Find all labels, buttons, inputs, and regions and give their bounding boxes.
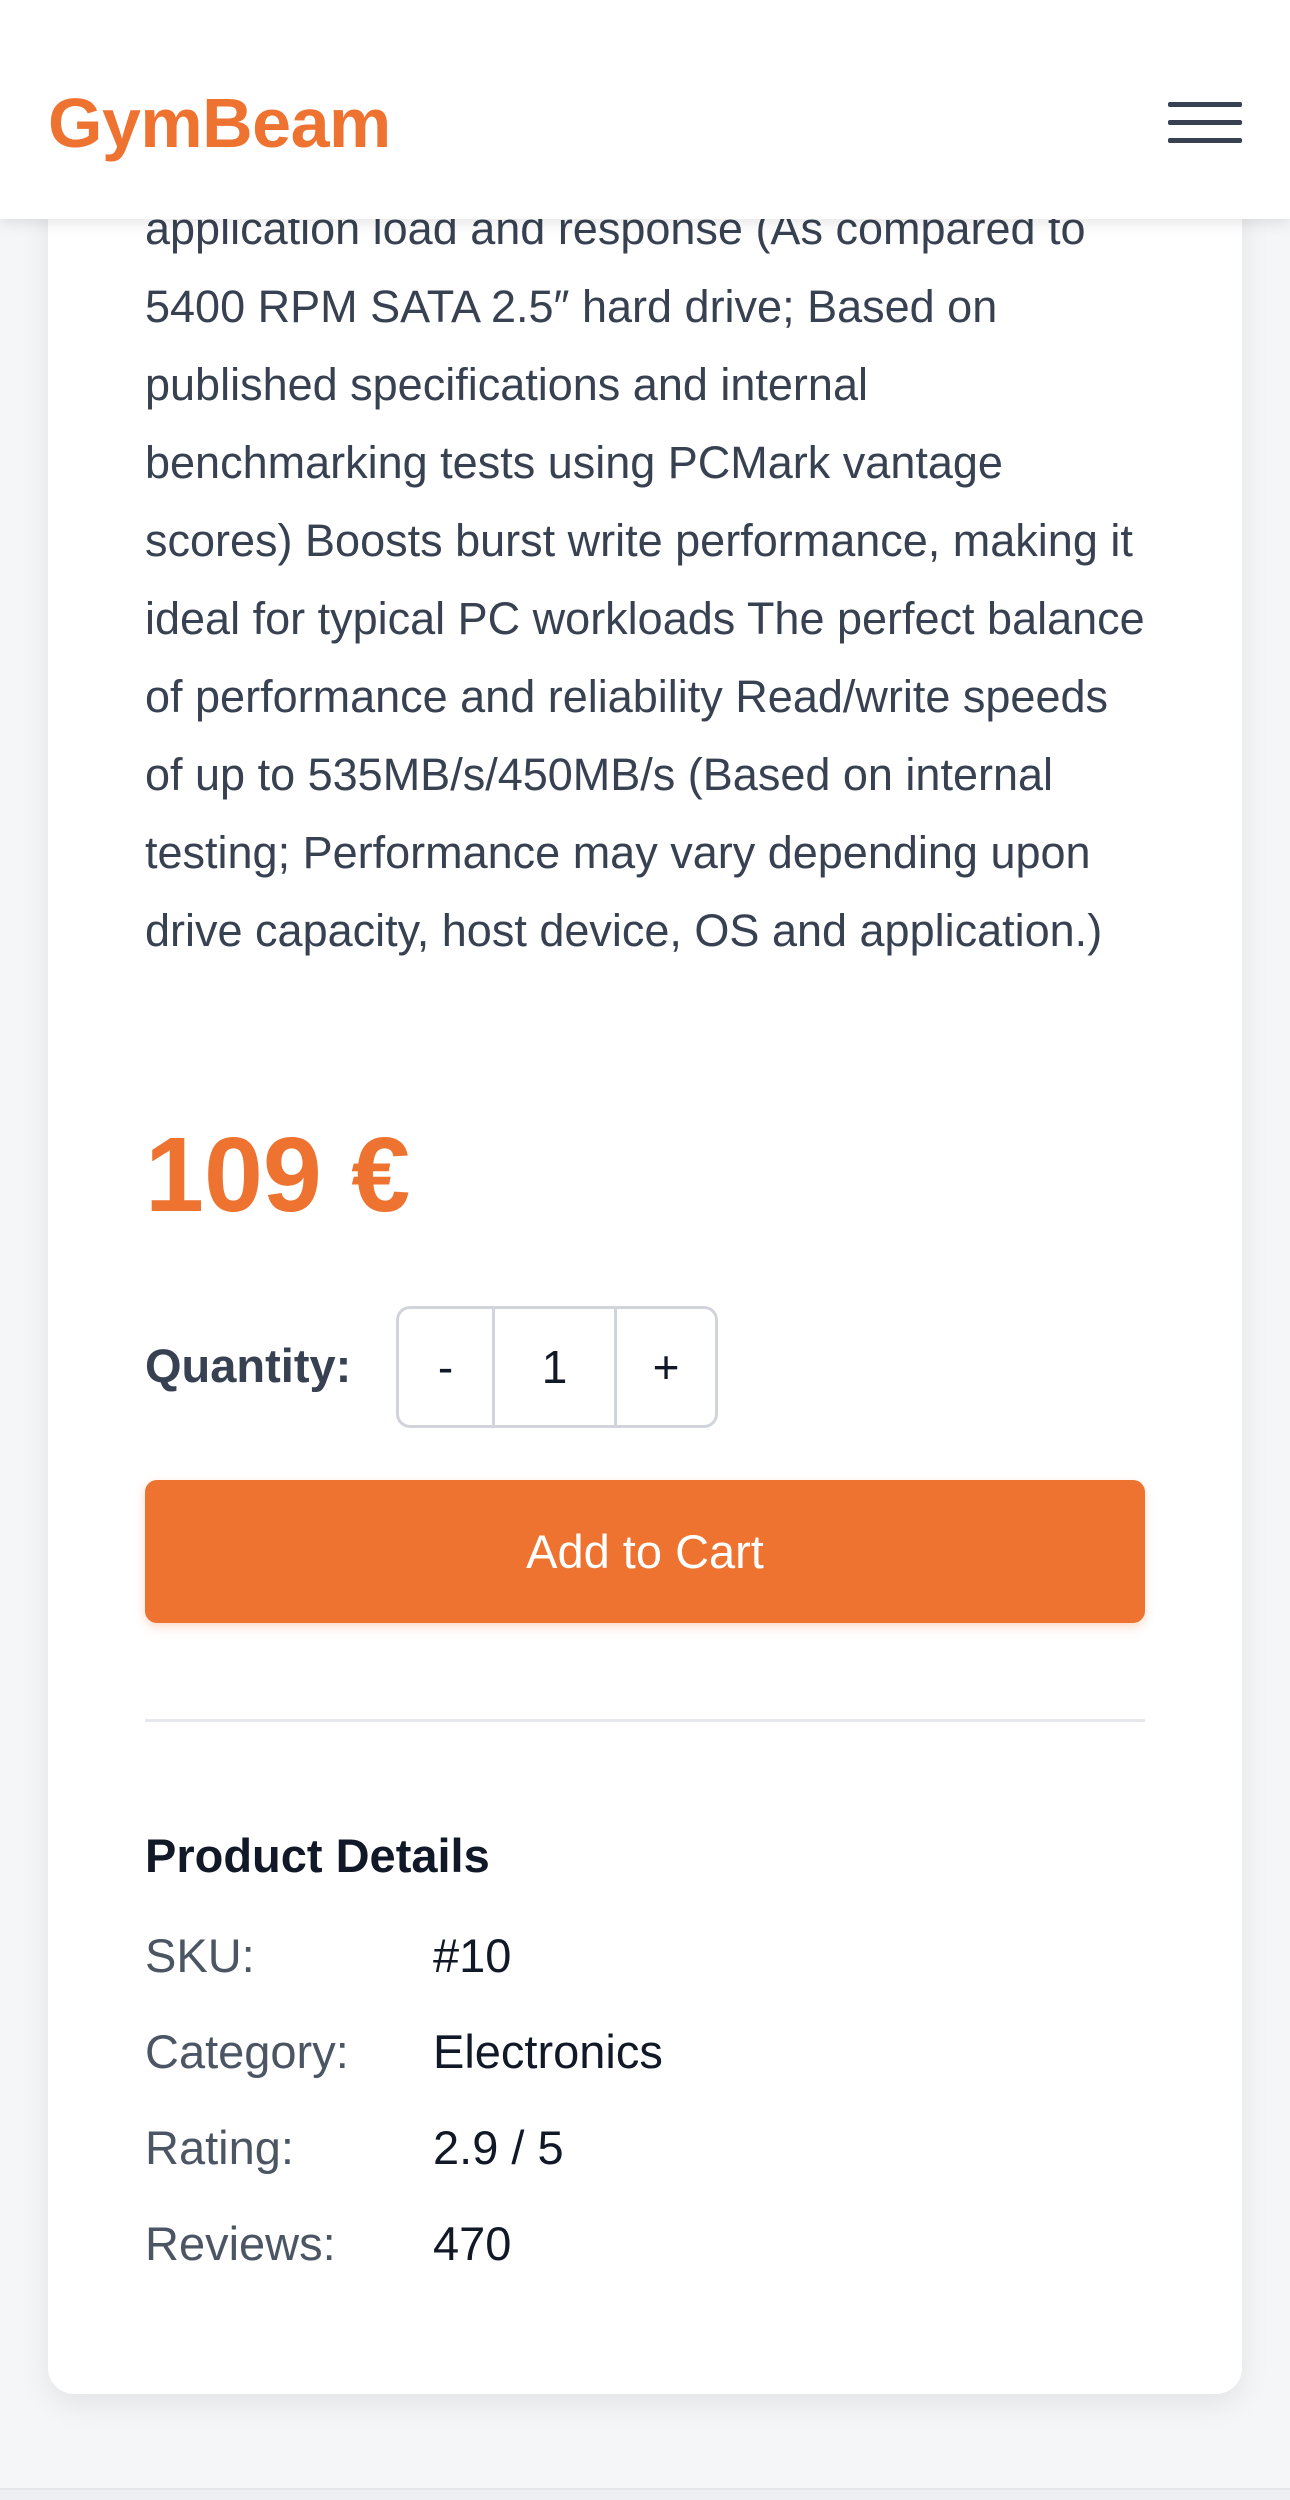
detail-value: #10 xyxy=(433,1929,512,1982)
product-details-heading: Product Details xyxy=(145,1829,490,1882)
detail-row-reviews: Reviews: 470 xyxy=(145,2214,1145,2274)
detail-row-sku: SKU: #10 xyxy=(145,1926,1145,1986)
page-bottom-divider xyxy=(0,2488,1290,2500)
menu-bar xyxy=(1168,120,1242,125)
quantity-decrease-button[interactable]: - xyxy=(399,1309,495,1425)
detail-row-category: Category: Electronics xyxy=(145,2022,1145,2082)
quantity-label: Quantity: xyxy=(145,1339,352,1392)
detail-label: Rating: xyxy=(145,2121,294,2174)
hamburger-menu-icon[interactable] xyxy=(1168,98,1242,148)
menu-bar xyxy=(1168,138,1242,143)
quantity-stepper: - + xyxy=(396,1306,718,1428)
detail-label: SKU: xyxy=(145,1929,255,1982)
menu-bar xyxy=(1168,102,1242,107)
detail-label: Reviews: xyxy=(145,2217,336,2270)
section-divider xyxy=(145,1719,1145,1722)
site-header: GymBeam xyxy=(0,0,1290,219)
detail-row-rating: Rating: 2.9 / 5 xyxy=(145,2118,1145,2178)
detail-value: Electronics xyxy=(433,2025,663,2078)
product-description: application load and response (As compar… xyxy=(145,203,1145,956)
product-card: application load and response (As compar… xyxy=(48,150,1242,2394)
gymbeam-logo[interactable]: GymBeam xyxy=(48,78,391,168)
product-price: 109 € xyxy=(145,1116,411,1234)
quantity-input[interactable] xyxy=(495,1309,614,1425)
quantity-increase-button[interactable]: + xyxy=(614,1309,715,1425)
detail-value: 470 xyxy=(433,2217,512,2270)
detail-value: 2.9 / 5 xyxy=(433,2121,564,2174)
detail-label: Category: xyxy=(145,2025,349,2078)
add-to-cart-button[interactable]: Add to Cart xyxy=(145,1480,1145,1623)
